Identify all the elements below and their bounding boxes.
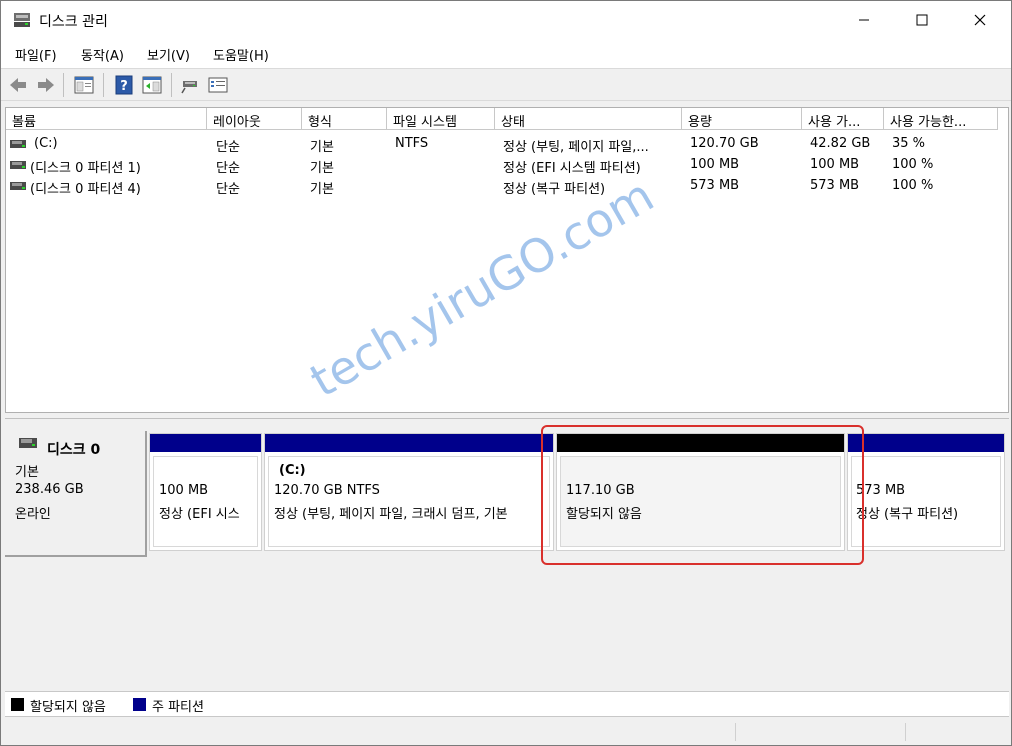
status-separator <box>905 723 906 741</box>
volume-icon <box>10 182 26 190</box>
forward-icon[interactable] <box>35 74 57 96</box>
volume-percent-free: 100 % <box>892 178 934 193</box>
volume-name: (디스크 0 파티션 1) <box>30 161 141 176</box>
volume-layout: 단순 <box>216 161 240 176</box>
legend-swatch-unallocated <box>11 698 24 711</box>
show-hide-icon[interactable] <box>141 74 163 96</box>
help-icon[interactable]: ? <box>113 74 135 96</box>
partition-bar-primary <box>265 434 553 452</box>
disk-icon <box>19 438 37 448</box>
volume-filesystem: NTFS <box>395 136 429 151</box>
minimize-icon <box>859 19 869 21</box>
volume-percent-free: 35 % <box>892 136 926 151</box>
table-row[interactable]: (디스크 0 파티션 1) 단순 기본 정상 (EFI 시스템 파티션) 100… <box>6 155 1008 176</box>
partition-status: 정상 (부팅, 페이지 파일, 크래시 덤프, 기본 <box>274 507 508 522</box>
properties-icon[interactable] <box>73 74 95 96</box>
volume-name: (C:) <box>34 136 58 151</box>
partition-body: 573 MB 정상 (복구 파티션) <box>851 456 1001 547</box>
connect-icon[interactable] <box>179 74 201 96</box>
volume-type: 기본 <box>310 140 334 155</box>
menu-help[interactable]: 도움말(H) <box>213 45 269 64</box>
menu-view[interactable]: 보기(V) <box>147 45 190 64</box>
status-separator <box>735 723 736 741</box>
partition-recovery[interactable]: 573 MB 정상 (복구 파티션) <box>847 433 1005 551</box>
disk-management-window: 디스크 관리 파일(F) 동작(A) 보기(V) 도움말(H) ? 볼륨 레이아… <box>0 0 1012 746</box>
partition-efi[interactable]: 100 MB 정상 (EFI 시스 <box>149 433 262 551</box>
column-header-volume[interactable]: 볼륨 <box>6 108 207 130</box>
disk-info-panel[interactable]: 디스크 0 기본 238.46 GB 온라인 <box>5 431 147 557</box>
svg-text:?: ? <box>120 79 128 94</box>
partition-status: 정상 (복구 파티션) <box>856 507 959 522</box>
maximize-button[interactable] <box>899 1 945 39</box>
volume-free-space: 42.82 GB <box>810 136 871 151</box>
toolbar-separator <box>103 73 104 97</box>
disk-type: 기본 <box>15 465 39 480</box>
close-button[interactable] <box>957 1 1003 39</box>
maximize-icon <box>916 14 928 26</box>
partition-size: 120.70 GB NTFS <box>274 483 380 498</box>
disk-state: 온라인 <box>15 507 51 522</box>
partition-c[interactable]: (C:) 120.70 GB NTFS 정상 (부팅, 페이지 파일, 크래시 … <box>264 433 554 551</box>
column-header-filesystem[interactable]: 파일 시스템 <box>387 108 495 130</box>
volume-capacity: 120.70 GB <box>690 136 759 151</box>
partition-title: (C:) <box>279 463 306 478</box>
legend-bar: 할당되지 않음 주 파티션 <box>5 691 1009 717</box>
back-icon[interactable] <box>7 74 29 96</box>
disk-name: 디스크 0 <box>47 442 101 458</box>
toolbar-separator <box>171 73 172 97</box>
partition-body: 100 MB 정상 (EFI 시스 <box>153 456 258 547</box>
volume-layout: 단순 <box>216 182 240 197</box>
volume-type: 기본 <box>310 182 334 197</box>
column-header-status[interactable]: 상태 <box>495 108 682 130</box>
table-row[interactable]: (디스크 0 파티션 4) 단순 기본 정상 (복구 파티션) 573 MB 5… <box>6 176 1008 197</box>
column-header-free-space[interactable]: 사용 가... <box>802 108 884 130</box>
legend-unallocated: 할당되지 않음 <box>30 700 106 715</box>
disk-size: 238.46 GB <box>15 482 84 497</box>
minimize-button[interactable] <box>841 1 887 39</box>
volume-list-icon[interactable] <box>207 74 229 96</box>
volume-free-space: 100 MB <box>810 157 860 172</box>
volume-name: (디스크 0 파티션 4) <box>30 182 141 197</box>
volume-icon <box>10 161 26 169</box>
volume-status: 정상 (EFI 시스템 파티션) <box>503 161 641 176</box>
volume-percent-free: 100 % <box>892 157 934 172</box>
partition-size: 100 MB <box>159 483 209 498</box>
volume-status: 정상 (복구 파티션) <box>503 182 606 197</box>
column-header-capacity[interactable]: 용량 <box>682 108 802 130</box>
partition-bar-primary <box>150 434 261 452</box>
partition-status: 정상 (EFI 시스 <box>159 507 240 522</box>
volume-type: 기본 <box>310 161 334 176</box>
volume-icon <box>10 140 26 148</box>
annotation-highlight-box <box>541 425 864 565</box>
volume-capacity: 100 MB <box>690 157 740 172</box>
partition-body: (C:) 120.70 GB NTFS 정상 (부팅, 페이지 파일, 크래시 … <box>268 456 550 547</box>
disk-management-icon <box>14 13 30 27</box>
menu-action[interactable]: 동작(A) <box>81 45 124 64</box>
table-row[interactable]: (C:) 단순 기본 NTFS 정상 (부팅, 페이지 파일,... 120.7… <box>6 134 1008 155</box>
volume-free-space: 573 MB <box>810 178 860 193</box>
menu-file[interactable]: 파일(F) <box>15 45 57 64</box>
volume-capacity: 573 MB <box>690 178 740 193</box>
volume-layout: 단순 <box>216 140 240 155</box>
menu-bar: 파일(F) 동작(A) 보기(V) 도움말(H) <box>1 39 1011 69</box>
toolbar: ? <box>1 69 1011 101</box>
volume-status: 정상 (부팅, 페이지 파일,... <box>503 140 649 155</box>
column-header-type[interactable]: 형식 <box>302 108 387 130</box>
column-header-percent-free[interactable]: 사용 가능한... <box>884 108 998 130</box>
title-bar: 디스크 관리 <box>1 1 1011 39</box>
status-bar <box>1 719 1011 745</box>
column-header-layout[interactable]: 레이아웃 <box>207 108 302 130</box>
window-title: 디스크 관리 <box>39 14 108 30</box>
legend-primary: 주 파티션 <box>152 700 204 715</box>
close-icon <box>974 14 986 26</box>
legend-swatch-primary <box>133 698 146 711</box>
volume-list[interactable]: 볼륨 레이아웃 형식 파일 시스템 상태 용량 사용 가... 사용 가능한..… <box>5 107 1009 413</box>
partition-bar-primary <box>848 434 1004 452</box>
toolbar-separator <box>63 73 64 97</box>
